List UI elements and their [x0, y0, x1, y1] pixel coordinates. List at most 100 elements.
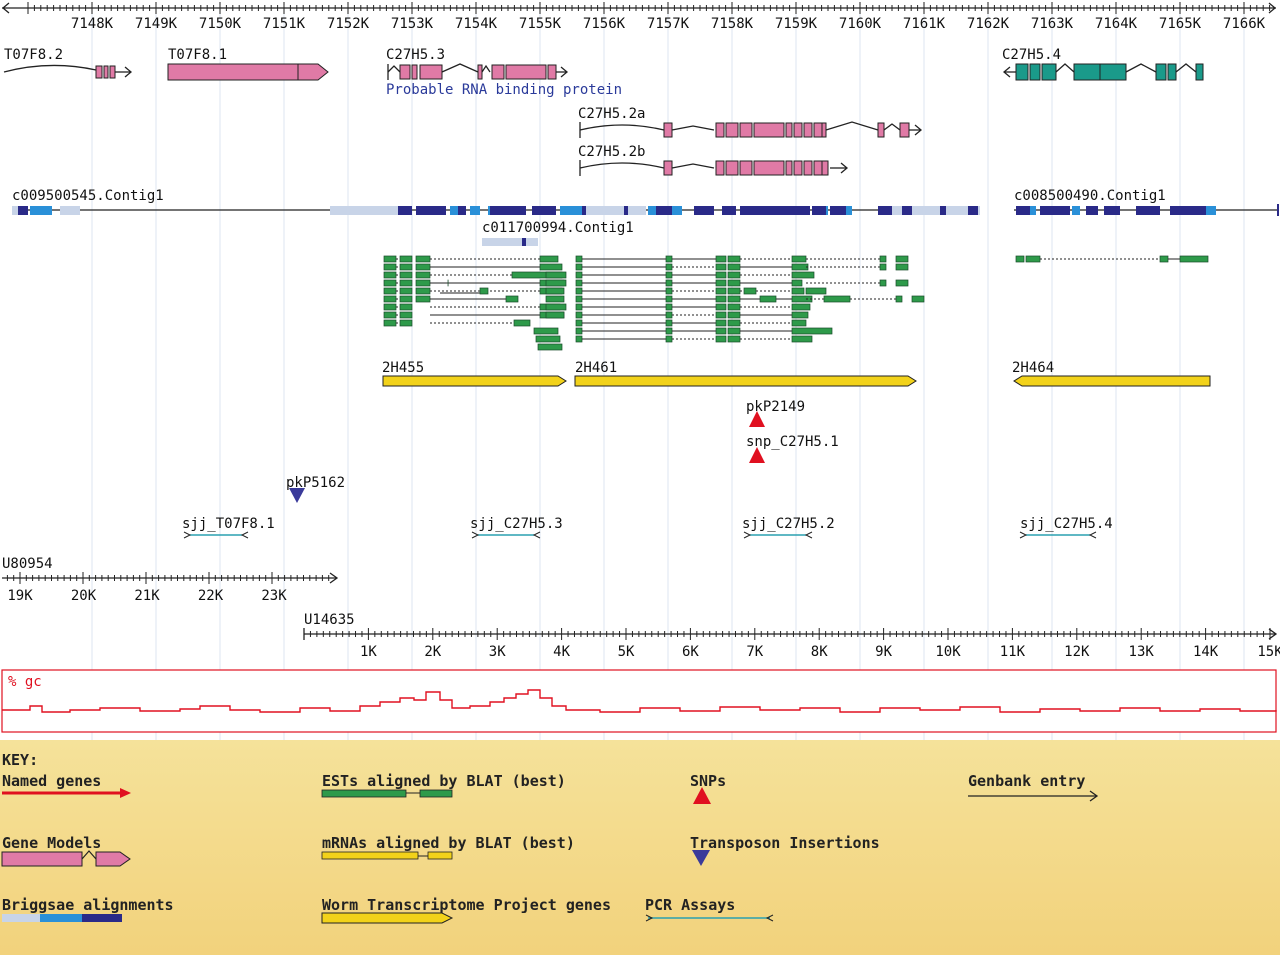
est-block[interactable] [791, 335, 813, 343]
est-block[interactable] [791, 287, 805, 295]
est-block[interactable] [715, 327, 727, 335]
est-block[interactable] [399, 303, 413, 311]
est-block[interactable] [895, 295, 903, 303]
est-block[interactable] [545, 311, 565, 319]
est-block[interactable] [1179, 255, 1209, 263]
est-block[interactable] [727, 327, 741, 335]
gc-content-track[interactable]: % gc [1, 669, 1277, 733]
est-block[interactable] [575, 303, 583, 311]
est-block[interactable] [415, 295, 431, 303]
est-block[interactable] [665, 287, 673, 295]
est-block[interactable] [715, 279, 727, 287]
est-block[interactable] [415, 255, 431, 263]
est-block[interactable] [823, 295, 851, 303]
est-block[interactable] [415, 287, 431, 295]
top-coordinate-ruler[interactable]: 7148K 7149K 7150K 7151K 7152K 7153K 7154K 7155K… [1, 2, 1277, 32]
est-block[interactable] [575, 327, 583, 335]
est-block[interactable] [727, 271, 741, 279]
est-block[interactable] [805, 287, 827, 295]
est-block[interactable] [415, 263, 431, 271]
est-block[interactable] [399, 319, 413, 327]
est-block[interactable] [665, 263, 673, 271]
pcr-assay-track[interactable]: sjj_T07F8.1 sjj_C27H5.3 sjj_C27H5.2 sjj_… [182, 516, 1113, 539]
est-block[interactable] [535, 335, 561, 343]
snp-track[interactable]: pkP2149 snp_C27H5.1 [746, 399, 839, 463]
est-block[interactable] [479, 287, 489, 295]
est-block[interactable] [545, 303, 567, 311]
est-block[interactable] [415, 271, 431, 279]
est-block[interactable] [791, 303, 811, 311]
est-block[interactable] [575, 319, 583, 327]
est-block[interactable] [665, 255, 673, 263]
est-block[interactable] [399, 295, 413, 303]
est-block[interactable] [665, 311, 673, 319]
est-block[interactable] [399, 287, 413, 295]
est-block[interactable] [791, 311, 809, 319]
est-block[interactable] [545, 279, 567, 287]
est-block[interactable] [399, 255, 413, 263]
est-block[interactable] [383, 279, 397, 287]
gene-model-c27h5-2a[interactable]: C27H5.2a [578, 106, 923, 138]
est-block[interactable] [545, 287, 565, 295]
est-block[interactable] [383, 271, 397, 279]
est-block[interactable] [715, 271, 727, 279]
est-block[interactable] [513, 319, 531, 327]
est-block[interactable] [727, 303, 741, 311]
transposon-marker[interactable] [289, 488, 305, 503]
est-block[interactable] [539, 263, 563, 271]
est-block[interactable] [715, 263, 727, 271]
est-block[interactable] [895, 279, 909, 287]
est-block[interactable] [383, 287, 397, 295]
est-block[interactable] [665, 295, 673, 303]
est-block[interactable] [727, 263, 741, 271]
est-block[interactable] [665, 279, 673, 287]
est-block[interactable] [665, 271, 673, 279]
est-block[interactable] [715, 335, 727, 343]
est-block[interactable] [537, 343, 563, 351]
est-block[interactable] [791, 327, 833, 335]
est-block[interactable] [383, 303, 397, 311]
est-block[interactable] [791, 279, 803, 287]
est-block[interactable] [911, 295, 925, 303]
est-block[interactable] [727, 279, 741, 287]
est-block[interactable] [575, 263, 583, 271]
est-block[interactable] [545, 295, 565, 303]
est-block[interactable] [791, 295, 813, 303]
est-block[interactable] [1025, 255, 1041, 263]
est-block[interactable] [715, 319, 727, 327]
est-block[interactable] [575, 295, 583, 303]
est-block[interactable] [715, 295, 727, 303]
gene-model-t07f8-2[interactable]: T07F8.2 [3, 47, 133, 79]
est-block[interactable] [879, 279, 887, 287]
est-block[interactable] [879, 263, 887, 271]
est-block[interactable] [791, 263, 809, 271]
est-block[interactable] [715, 311, 727, 319]
est-block[interactable] [575, 279, 583, 287]
est-block[interactable] [575, 271, 583, 279]
est-block[interactable] [383, 319, 397, 327]
transposon-track[interactable]: pkP5162 [286, 475, 345, 503]
est-block[interactable] [399, 311, 413, 319]
est-block[interactable] [1159, 255, 1169, 263]
est-block[interactable] [383, 311, 397, 319]
est-block[interactable] [399, 271, 413, 279]
est-block[interactable] [505, 295, 519, 303]
est-block[interactable] [727, 311, 741, 319]
est-block[interactable] [727, 295, 741, 303]
est-block[interactable] [383, 263, 397, 271]
est-block[interactable] [665, 303, 673, 311]
est-block[interactable] [415, 279, 431, 287]
est-block[interactable] [759, 295, 777, 303]
est-block[interactable] [533, 327, 559, 335]
est-block[interactable] [665, 319, 673, 327]
genbank-u14635-ruler[interactable]: U14635 1K 2K 3K 4K 5K 6K 7K 8K 9K 10K 11K 12K 13K 14K… [303, 612, 1280, 660]
gene-model-c27h5-3[interactable]: C27H5.3 Probable RNA binding protein [386, 47, 622, 98]
est-block[interactable] [743, 287, 757, 295]
est-block[interactable] [895, 255, 909, 263]
gene-model-c27h5-2b[interactable]: C27H5.2b [578, 144, 849, 176]
est-block[interactable] [715, 303, 727, 311]
genbank-u80954-ruler[interactable]: U80954 19K 20K 21K 22K 23K [2, 556, 339, 604]
est-block[interactable] [545, 271, 567, 279]
est-block[interactable] [575, 335, 583, 343]
est-block[interactable] [895, 263, 909, 271]
